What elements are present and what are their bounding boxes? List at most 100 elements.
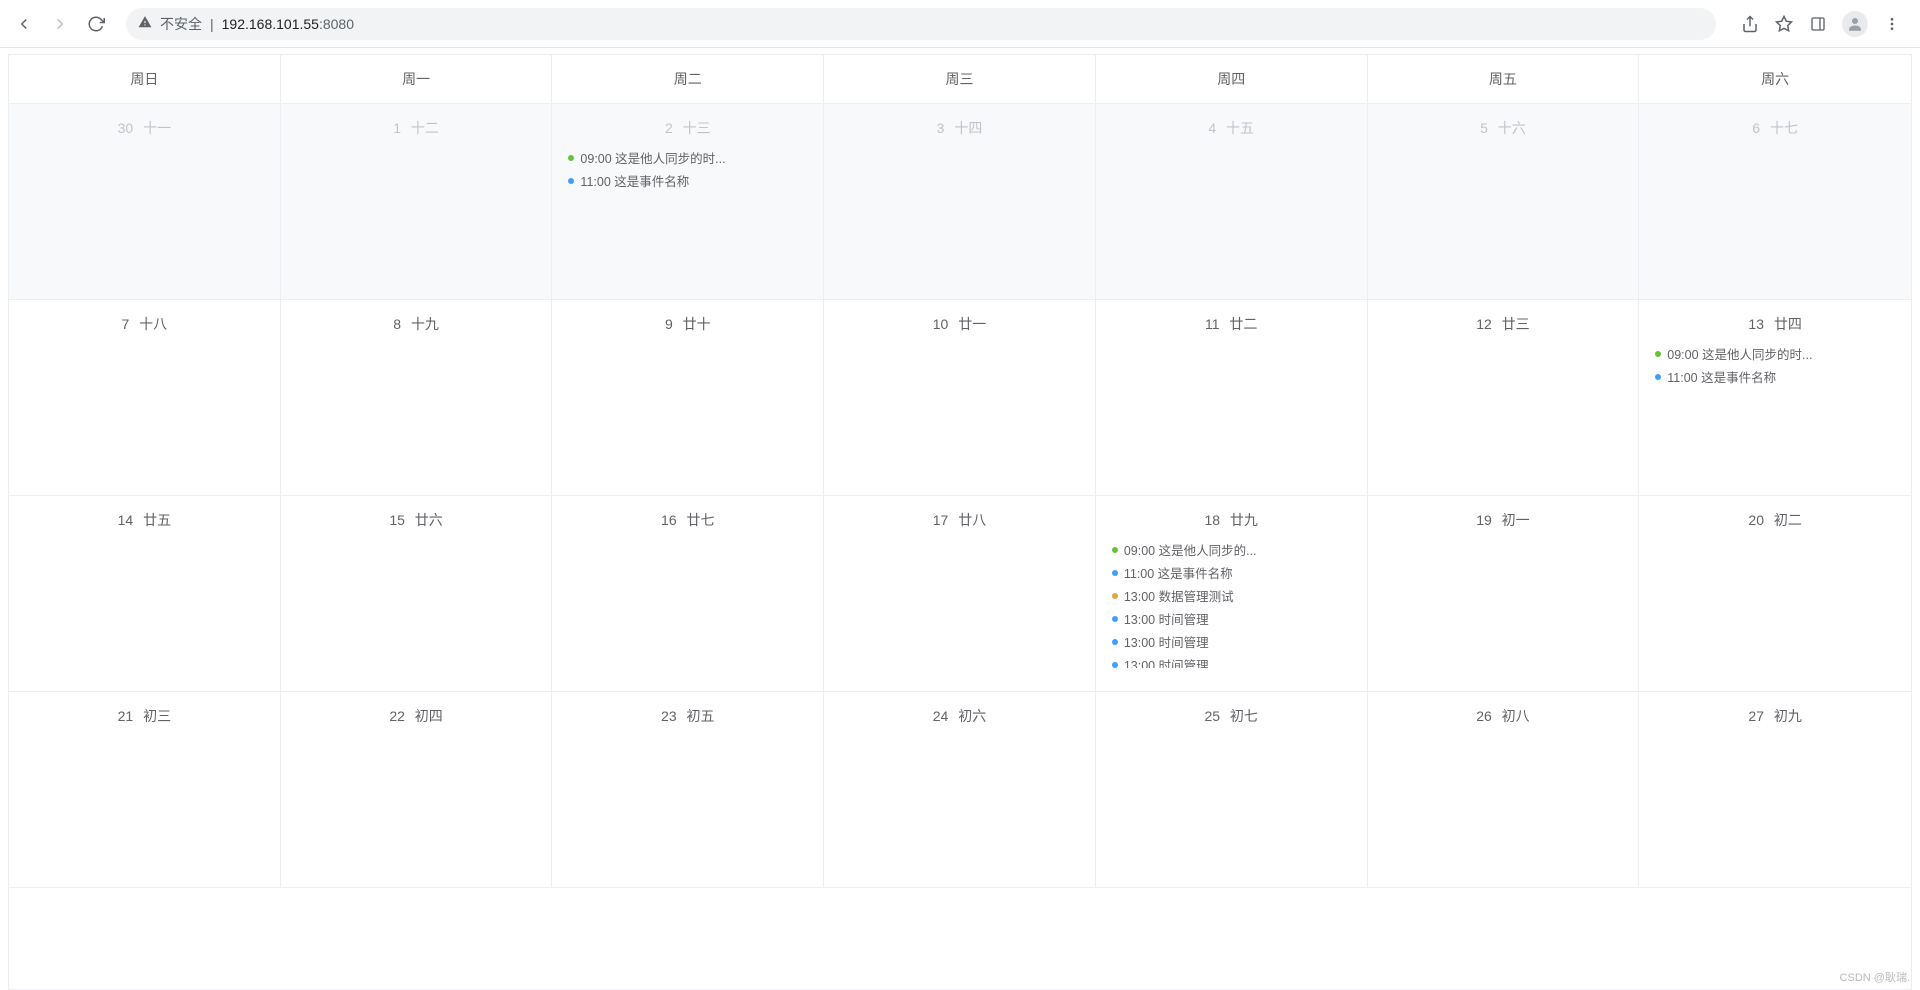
date-label: 13 廿四 xyxy=(1645,314,1905,334)
calendar-cell[interactable]: 27 初九 xyxy=(1639,692,1911,888)
date-label: 5 十六 xyxy=(1374,118,1633,138)
date-label: 10 廿一 xyxy=(830,314,1089,334)
date-label: 1 十二 xyxy=(287,118,546,138)
watermark: CSDN @耿瑞. xyxy=(1840,969,1910,985)
weekday-header: 周日 xyxy=(9,55,281,103)
address-bar[interactable]: 不安全 | 192.168.101.55:8080 xyxy=(126,8,1716,40)
date-label: 17 廿八 xyxy=(830,510,1089,530)
weekday-header: 周一 xyxy=(281,55,553,103)
calendar-cell[interactable]: 16 廿七 xyxy=(552,496,824,692)
insecure-label: 不安全 xyxy=(160,14,202,34)
calendar-row: 7 十八 8 十九9 廿十 10 廿一 11 廿二 12 廿三 13 廿四 09:00 这是… xyxy=(9,300,1911,496)
date-label: 19 初一 xyxy=(1374,510,1633,530)
event-item[interactable]: 09:00 这是他人同步的时... xyxy=(558,146,817,169)
calendar-cell[interactable]: 21 初三 xyxy=(9,692,281,888)
calendar-cell[interactable]: 5 十六 xyxy=(1368,104,1640,300)
event-item[interactable]: 13:00 时间管理 xyxy=(1102,607,1361,630)
calendar-cell[interactable]: 23 初五 xyxy=(552,692,824,888)
calendar-cell[interactable]: 13 廿四 09:00 这是他人同步的时... 11:00 这是事件名称 xyxy=(1639,300,1911,496)
weekday-header: 周四 xyxy=(1096,55,1368,103)
calendar-cell[interactable]: 17 廿八 xyxy=(824,496,1096,692)
date-label: 14 廿五 xyxy=(15,510,274,530)
event-text: 09:00 这是他人同步的时... xyxy=(580,148,725,167)
calendar-cell[interactable]: 24 初六 xyxy=(824,692,1096,888)
calendar-cell[interactable]: 10 廿一 xyxy=(824,300,1096,496)
date-label: 3 十四 xyxy=(830,118,1089,138)
back-button[interactable] xyxy=(10,10,38,38)
event-item[interactable]: 09:00 这是他人同步的时... xyxy=(1645,342,1905,365)
date-label: 23 初五 xyxy=(558,706,817,726)
calendar-row: 30 十一1 十二2 十三09:00 这是他人同步的时...11:00 这是事件… xyxy=(9,104,1911,300)
calendar-cell[interactable]: 18 廿九 09:00 这是他人同步的... 11:00 这是事件名称 13:00 数… xyxy=(1096,496,1368,692)
calendar-cell[interactable]: 6 十七 xyxy=(1639,104,1911,300)
date-label: 24 初六 xyxy=(830,706,1089,726)
panel-icon[interactable] xyxy=(1808,14,1828,34)
browser-toolbar-icons xyxy=(1732,11,1910,37)
date-label: 12 廿三 xyxy=(1374,314,1633,334)
date-label: 26 初八 xyxy=(1374,706,1633,726)
calendar-cell[interactable]: 15 廿六 xyxy=(281,496,553,692)
calendar-cell[interactable]: 26 初八 xyxy=(1368,692,1640,888)
date-label: 6 十七 xyxy=(1645,118,1905,138)
date-label: 27 初九 xyxy=(1645,706,1905,726)
menu-icon[interactable] xyxy=(1882,14,1902,34)
event-item[interactable]: 13:00 时间管理 xyxy=(1102,630,1361,653)
calendar-cell[interactable]: 22 初四 xyxy=(281,692,553,888)
calendar-cell[interactable]: 12 廿三 xyxy=(1368,300,1640,496)
event-item[interactable]: 11:00 这是事件名称 xyxy=(558,169,817,192)
star-icon[interactable] xyxy=(1774,14,1794,34)
calendar-cell[interactable]: 25 初七 xyxy=(1096,692,1368,888)
event-dot-icon xyxy=(1112,616,1118,622)
event-text: 13:00 数据管理测试 xyxy=(1124,586,1234,605)
calendar-cell[interactable]: 9 廿十 xyxy=(552,300,824,496)
event-item[interactable]: 11:00 这是事件名称 xyxy=(1645,365,1905,388)
calendar-cell[interactable]: 30 十一 xyxy=(9,104,281,300)
calendar-header-row: 周日周一周二周三周四周五周六 xyxy=(8,54,1912,103)
insecure-icon xyxy=(138,15,152,32)
weekday-header: 周三 xyxy=(824,55,1096,103)
date-label: 30 十一 xyxy=(15,118,274,138)
calendar-cell[interactable]: 14 廿五 xyxy=(9,496,281,692)
calendar-cell[interactable]: 2 十三09:00 这是他人同步的时...11:00 这是事件名称 xyxy=(552,104,824,300)
date-label: 22 初四 xyxy=(287,706,546,726)
forward-button[interactable] xyxy=(46,10,74,38)
date-label: 9 廿十 xyxy=(558,314,817,334)
event-item[interactable]: 13:00 数据管理测试 xyxy=(1102,584,1361,607)
date-label: 18 廿九 xyxy=(1102,510,1361,530)
calendar: 周日周一周二周三周四周五周六 30 十一1 十二2 十三09:00 这是他人同步… xyxy=(0,48,1920,990)
event-item[interactable]: 09:00 这是他人同步的... xyxy=(1102,538,1361,561)
event-list[interactable]: 09:00 这是他人同步的... 11:00 这是事件名称 13:00 数据管理测试… xyxy=(1102,538,1361,668)
date-label: 15 廿六 xyxy=(287,510,546,530)
event-dot-icon xyxy=(1655,374,1661,380)
calendar-body[interactable]: 30 十一1 十二2 十三09:00 这是他人同步的时...11:00 这是事件… xyxy=(8,103,1912,990)
event-dot-icon xyxy=(568,178,574,184)
calendar-cell[interactable]: 3 十四 xyxy=(824,104,1096,300)
profile-avatar[interactable] xyxy=(1842,11,1868,37)
calendar-cell[interactable]: 7 十八 xyxy=(9,300,281,496)
calendar-cell[interactable]: 4 十五 xyxy=(1096,104,1368,300)
event-dot-icon xyxy=(1112,639,1118,645)
weekday-header: 周六 xyxy=(1639,55,1911,103)
event-text: 11:00 这是事件名称 xyxy=(1667,367,1776,386)
share-icon[interactable] xyxy=(1740,14,1760,34)
date-label: 11 廿二 xyxy=(1102,314,1361,334)
calendar-cell[interactable]: 8 十九 xyxy=(281,300,553,496)
event-dot-icon xyxy=(568,155,574,161)
calendar-cell[interactable]: 1 十二 xyxy=(281,104,553,300)
calendar-cell[interactable]: 19 初一 xyxy=(1368,496,1640,692)
event-text: 11:00 这是事件名称 xyxy=(1124,563,1233,582)
event-text: 09:00 这是他人同步的时... xyxy=(1667,344,1812,363)
calendar-cell[interactable]: 20 初二 xyxy=(1639,496,1911,692)
event-item[interactable]: 11:00 这是事件名称 xyxy=(1102,561,1361,584)
date-label: 7 十八 xyxy=(15,314,274,334)
calendar-row: 21 初三 22 初四 23 初五 24 初六 25 初七 26 初八 27 初九 xyxy=(9,692,1911,888)
event-item[interactable]: 13:00 时间管理 xyxy=(1102,653,1361,668)
event-list[interactable]: 09:00 这是他人同步的时... 11:00 这是事件名称 xyxy=(1645,342,1905,388)
event-dot-icon xyxy=(1655,351,1661,357)
weekday-header: 周二 xyxy=(552,55,824,103)
event-text: 13:00 时间管理 xyxy=(1124,655,1209,668)
date-label: 4 十五 xyxy=(1102,118,1361,138)
calendar-cell[interactable]: 11 廿二 xyxy=(1096,300,1368,496)
event-list[interactable]: 09:00 这是他人同步的时... 11:00 这是事件名称 xyxy=(558,146,817,192)
reload-button[interactable] xyxy=(82,10,110,38)
